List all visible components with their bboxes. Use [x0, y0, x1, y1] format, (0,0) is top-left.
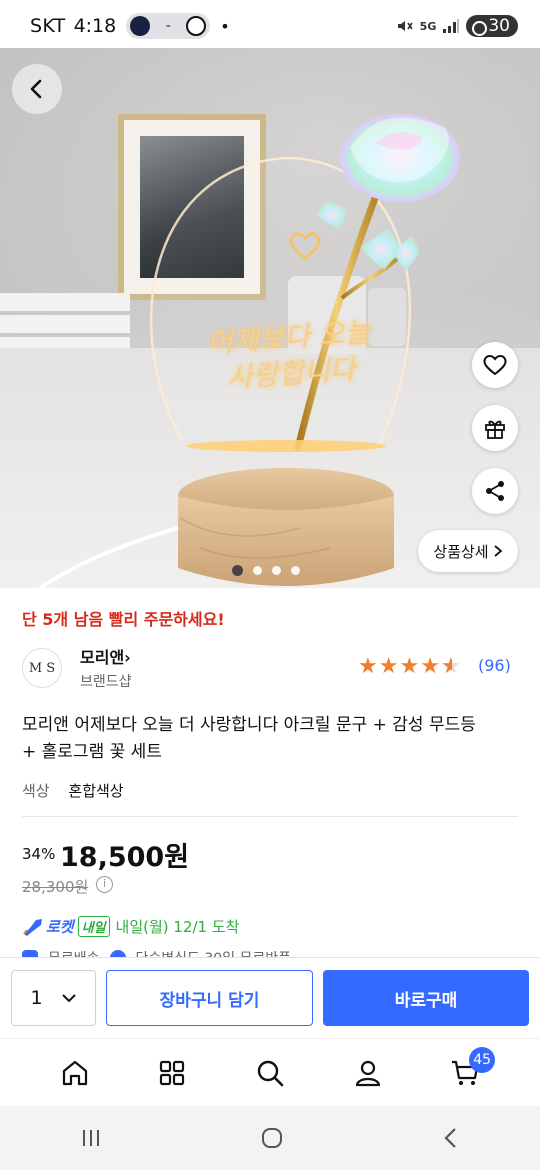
pagination-dot[interactable] [272, 566, 281, 575]
score-separator: - [165, 18, 171, 34]
tab-cart[interactable]: 45 [441, 1046, 496, 1097]
discount-rate: 34% [22, 845, 56, 863]
star-icon: ★ [399, 654, 420, 679]
review-count-link[interactable]: (96) [478, 656, 511, 675]
user-icon [355, 1060, 380, 1086]
bottom-tab-bar: 45 [0, 1038, 540, 1106]
back-nav-icon[interactable] [441, 1126, 461, 1150]
original-price: 28,300원 [22, 878, 89, 896]
team-logo-icon [130, 16, 151, 36]
product-image-carousel[interactable]: 어제보다 오늘 사랑합니다 [0, 48, 540, 588]
status-bar: SKT 4:18 - • 5G 30 [0, 0, 540, 52]
grid-icon [160, 1060, 185, 1085]
tab-my-account[interactable] [344, 1049, 392, 1097]
sale-price: 18,500원 [60, 842, 190, 873]
mute-icon [397, 21, 413, 31]
home-button-icon[interactable] [260, 1126, 284, 1150]
lamp-engraved-text: 어제보다 오늘 사랑합니다 [206, 315, 372, 395]
chevron-right-icon [494, 545, 502, 557]
pagination-dot[interactable] [232, 565, 243, 576]
brand-name: 모리앤 [80, 648, 125, 667]
chevron-left-icon [30, 79, 42, 99]
recent-apps-icon[interactable] [79, 1127, 103, 1149]
star-icon: ★ [378, 654, 399, 679]
back-button[interactable] [12, 64, 62, 114]
divider [22, 816, 518, 817]
chevron-down-icon [61, 994, 76, 1003]
product-title: 모리앤 어제보다 오늘 더 사랑합니다 아크릴 문구 + 감성 무드등 + 홀로… [22, 715, 476, 762]
clock: 4:18 [73, 15, 117, 37]
heart-icon [483, 355, 507, 376]
purchase-bar: 1 장바구니 담기 바로구매 [0, 957, 540, 1037]
system-navigation-bar [0, 1106, 540, 1170]
add-to-cart-button[interactable]: 장바구니 담기 [106, 970, 313, 1026]
team-logo-icon [186, 16, 207, 36]
live-score-pill: - [126, 13, 211, 39]
wishlist-button[interactable] [472, 342, 518, 388]
tab-home[interactable] [51, 1049, 99, 1097]
pagination-dot[interactable] [291, 566, 300, 575]
network-type-label: 5G [419, 19, 437, 33]
home-icon [62, 1060, 87, 1085]
option-value: 혼합색상 [68, 782, 124, 800]
rating-stars[interactable]: ★ ★ ★ ★ ★ [358, 654, 461, 679]
notification-dot: • [220, 16, 230, 36]
next-day-badge: 내일 [77, 916, 110, 937]
carousel-pagination [232, 565, 300, 576]
battery-indicator: 30 [466, 15, 518, 37]
star-icon: ★ [358, 654, 378, 679]
rocket-icon [23, 918, 42, 936]
gift-button[interactable] [472, 405, 518, 451]
quantity-value: 1 [30, 987, 43, 1009]
buy-now-button[interactable]: 바로구매 [323, 970, 529, 1026]
cart-count-badge: 45 [469, 1046, 496, 1073]
status-icons: 5G 30 [396, 15, 518, 37]
product-detail-label: 상품상세 [433, 542, 489, 561]
tab-search[interactable] [246, 1049, 294, 1097]
price-info-icon[interactable]: i [96, 876, 113, 893]
star-icon: ★ [420, 654, 440, 679]
option-row[interactable]: 색상 혼합색상 [22, 780, 124, 801]
brand-shop-label: 브랜드샵 [80, 674, 132, 690]
search-icon [257, 1060, 284, 1086]
mood-lamp-illustration [38, 114, 460, 588]
delivery-row: 로켓 내일 내일(월) 12/1 도착 [22, 916, 239, 937]
arrival-date: 내일(월) 12/1 도착 [115, 918, 240, 936]
chevron-right-icon: › [124, 648, 131, 667]
carrier-label: SKT [30, 15, 66, 37]
share-button[interactable] [472, 468, 518, 514]
brand-shop-link[interactable]: 모리앤› [80, 644, 131, 668]
quantity-select[interactable]: 1 [11, 970, 96, 1026]
half-star-icon: ★ [441, 654, 461, 679]
brand-logo[interactable]: M S [22, 648, 62, 688]
product-detail-button[interactable]: 상품상세 [418, 530, 518, 572]
stock-urgency-message: 단 5개 남음 빨리 주문하세요! [22, 610, 225, 629]
option-label: 색상 [22, 782, 50, 800]
share-icon [486, 481, 504, 501]
gift-icon [485, 420, 505, 439]
signal-icon [443, 19, 460, 33]
pagination-dot[interactable] [253, 566, 262, 575]
tab-categories[interactable] [148, 1049, 196, 1097]
rocket-label: 로켓 [46, 918, 74, 936]
